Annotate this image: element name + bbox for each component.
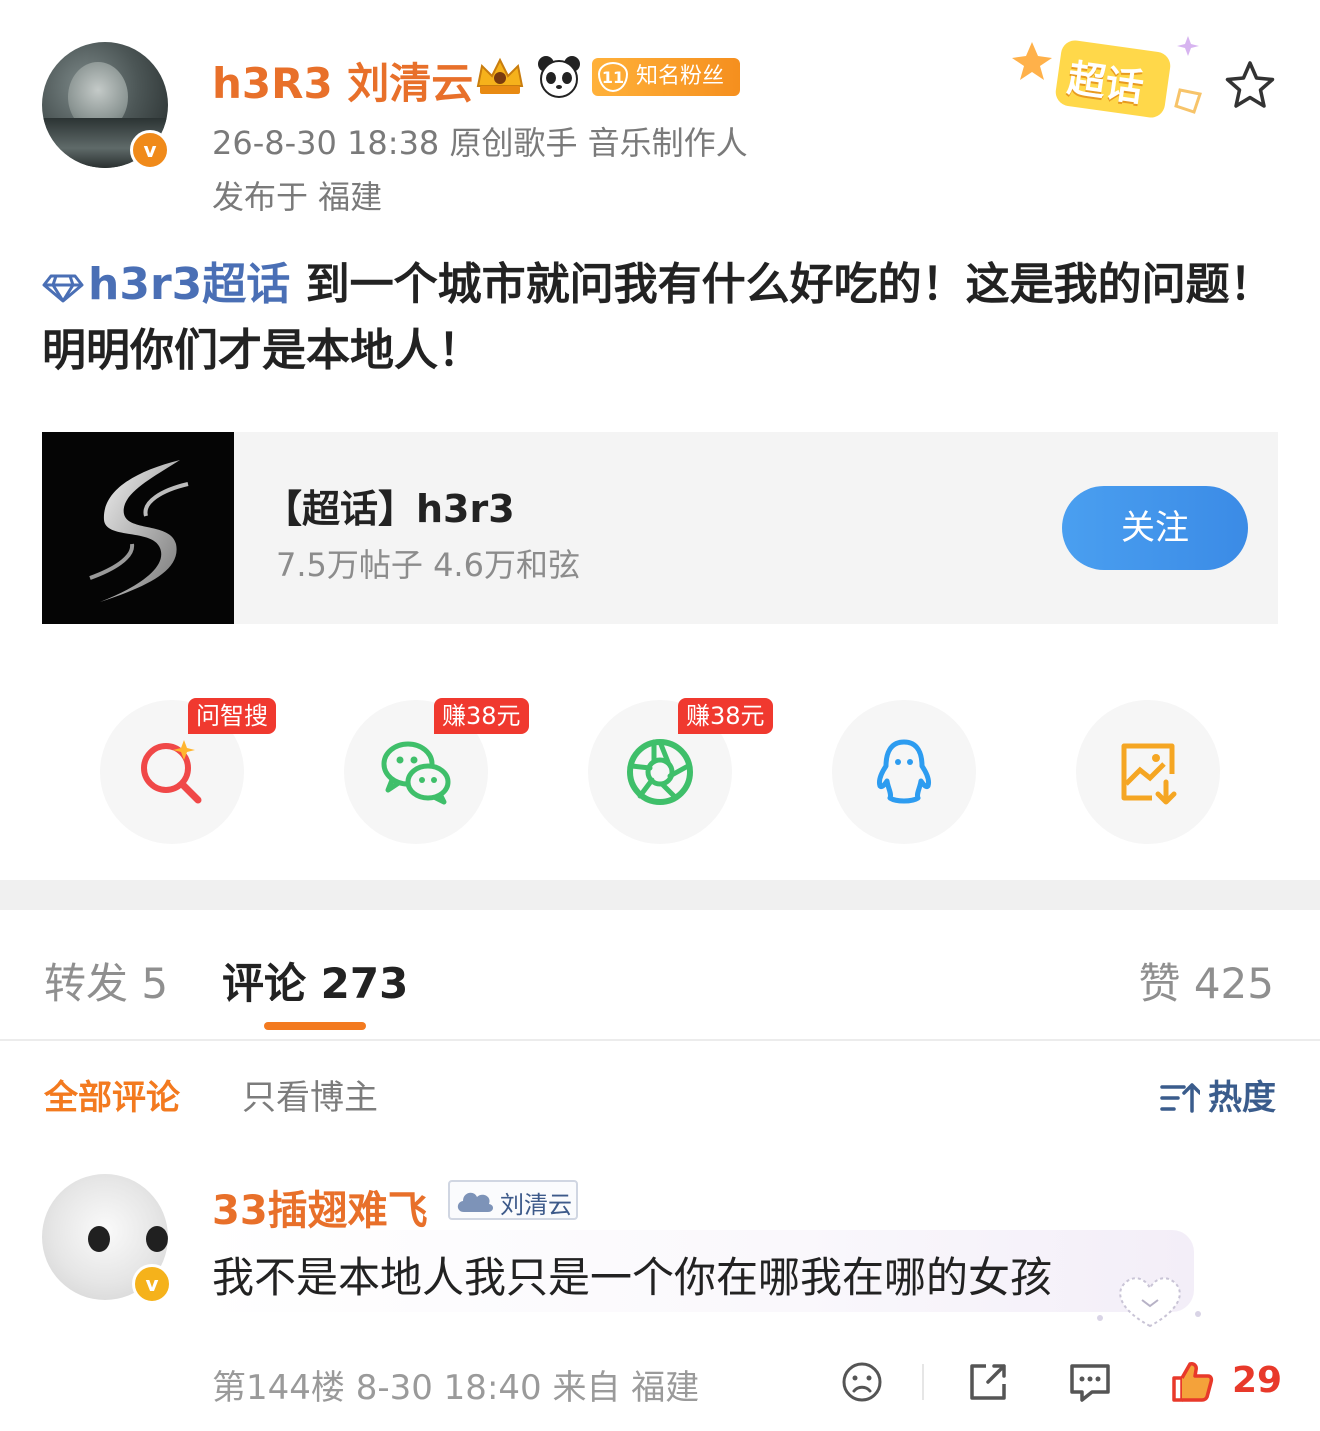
share-icon[interactable] xyxy=(966,1360,1010,1404)
tab-repost[interactable]: 转发 5 xyxy=(44,950,168,1011)
share-save-image-button[interactable] xyxy=(1076,700,1220,844)
fan-badge-label: 知名粉丝 xyxy=(636,64,725,89)
tabs-divider xyxy=(0,1039,1320,1041)
tab-comments[interactable]: 评论 273 xyxy=(222,950,408,1011)
thumbs-up-icon[interactable] xyxy=(1170,1360,1214,1404)
react-face-icon[interactable] xyxy=(840,1360,884,1404)
supertopic-sticker-label: 超话 xyxy=(1064,55,1147,111)
comment-text: 我不是本地人我只是一个你在哪我在哪的女孩 xyxy=(212,1253,1053,1302)
supertopic-link[interactable]: h3r3超话 xyxy=(42,259,290,310)
supertopic-sticker[interactable]: 超话 xyxy=(1010,32,1210,132)
commenter-fan-badge-label: 刘清云 xyxy=(500,1191,572,1219)
follow-button[interactable]: 关注 xyxy=(1062,486,1248,570)
tab-likes[interactable]: 赞 425 xyxy=(1138,950,1274,1011)
supertopic-thumbnail xyxy=(42,432,234,624)
share-tag-moments: 赚38元 xyxy=(678,698,773,734)
sort-label[interactable]: 热度 xyxy=(1208,1078,1276,1118)
qq-icon xyxy=(877,739,931,804)
fan-level-badge: 11 知名粉丝 xyxy=(592,58,740,96)
footer-separator xyxy=(922,1364,924,1400)
commenter-fan-badge: 刘清云 xyxy=(448,1180,578,1220)
commenter-name[interactable]: 33插翅难飞 xyxy=(212,1178,428,1236)
supertopic-card[interactable]: 【超话】h3r3 7.5万帖子 4.6万和弦 关注 xyxy=(42,432,1278,624)
supertopic-stats: 7.5万帖子 4.6万和弦 xyxy=(276,546,580,584)
ai-search-icon xyxy=(141,740,202,804)
cloud-icon xyxy=(457,1192,494,1212)
post-location: 发布于 福建 xyxy=(212,178,383,216)
filter-author-only[interactable]: 只看博主 xyxy=(242,1070,378,1119)
share-tag-wechat: 赚38元 xyxy=(434,698,529,734)
section-divider xyxy=(0,880,1320,910)
post-meta: 26-8-30 18:38 原创歌手 音乐制作人 xyxy=(212,124,748,162)
panda-badge-icon xyxy=(538,56,580,98)
diamond-icon xyxy=(42,274,84,303)
share-tag-ai: 问智搜 xyxy=(188,698,276,734)
comment-like-count[interactable]: 29 xyxy=(1232,1360,1282,1401)
sort-icon xyxy=(1160,1083,1202,1113)
reply-icon[interactable] xyxy=(1068,1360,1112,1404)
share-qq-button[interactable] xyxy=(832,700,976,844)
save-image-icon xyxy=(1121,743,1177,805)
supertopic-title: 【超话】h3r3 xyxy=(264,487,515,531)
fan-level-number: 11 xyxy=(598,62,628,92)
wechat-icon xyxy=(381,741,451,805)
favorite-star-icon[interactable] xyxy=(1222,58,1278,114)
supertopic-link-label[interactable]: h3r3超话 xyxy=(88,259,290,310)
h3r3-logo-icon xyxy=(89,460,189,602)
post-body: h3r3超话 到一个城市就问我有什么好吃的！这是我的问题！明明你们才是本地人！ xyxy=(42,252,1282,384)
author-name[interactable]: h3R3 刘清云 xyxy=(212,50,473,111)
sort-button[interactable]: 热度 xyxy=(1160,1070,1276,1119)
v-badge-icon: v xyxy=(130,130,170,170)
comment-footer: 第144楼 8-30 18:40 来自 福建 xyxy=(212,1368,700,1408)
crown-badge-icon xyxy=(476,57,524,94)
lace-heart-sticker-icon xyxy=(1097,1277,1201,1328)
moments-icon xyxy=(627,739,693,805)
commenter-v-badge-icon: v xyxy=(132,1264,172,1304)
active-tab-indicator xyxy=(264,1022,366,1030)
filter-all-comments[interactable]: 全部评论 xyxy=(44,1070,180,1119)
